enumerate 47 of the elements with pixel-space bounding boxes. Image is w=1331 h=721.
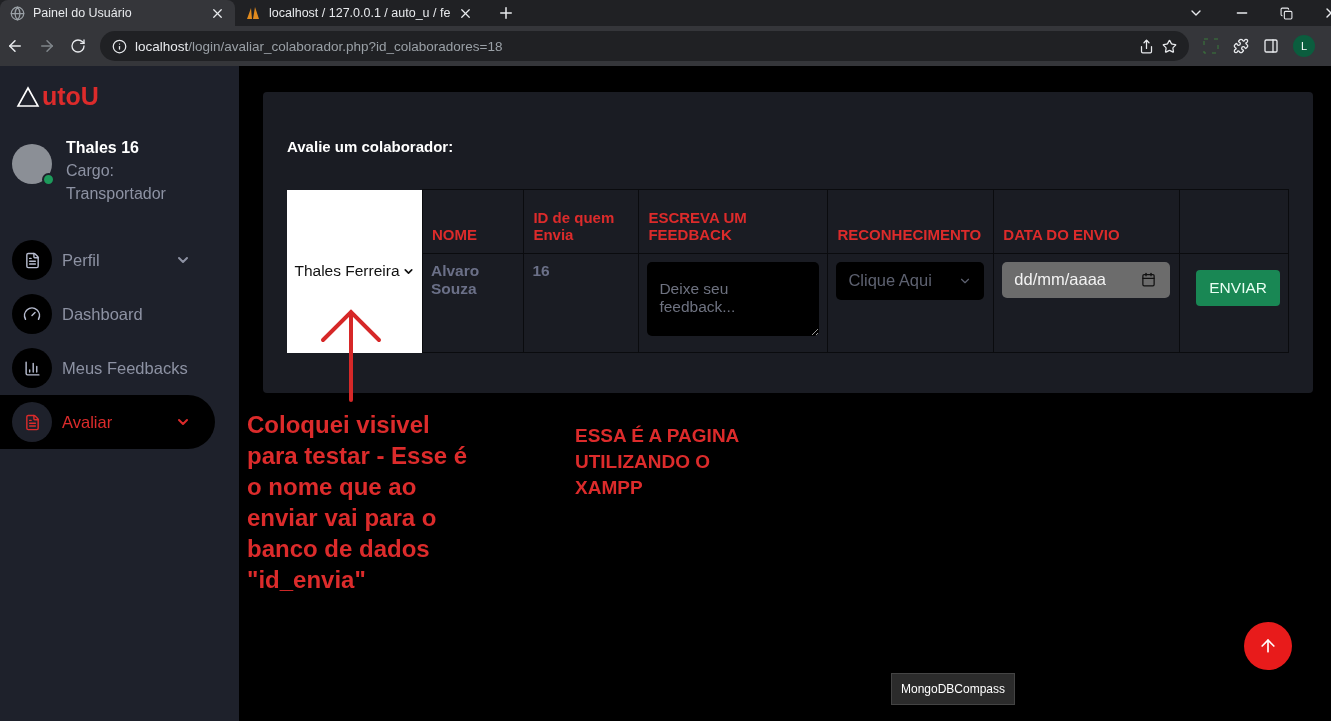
name-select[interactable]: Thales Ferreira xyxy=(287,189,422,353)
forward-icon[interactable] xyxy=(38,37,56,55)
sail-logo-icon xyxy=(245,6,261,20)
browser-tab[interactable]: Painel do Usuário xyxy=(0,0,235,26)
profile-avatar[interactable]: L xyxy=(1293,35,1315,57)
puzzle-icon[interactable] xyxy=(1233,38,1249,54)
date-field[interactable]: dd/mm/aaaa xyxy=(1002,261,1171,298)
column-header: ID de quem Envia xyxy=(533,208,615,243)
user-name: Thales 16 xyxy=(66,139,140,157)
globe-icon xyxy=(10,5,25,21)
url-text: localhost/login/avaliar_colaborador.php?id_colaboradores=18 xyxy=(135,38,503,54)
back-icon[interactable] xyxy=(6,37,24,55)
logo-text: utoU xyxy=(42,82,99,111)
triangle-icon xyxy=(16,85,40,108)
share-icon[interactable] xyxy=(1139,38,1154,54)
nav-item[interactable]: Perfil xyxy=(0,233,215,287)
table-cell: 16 xyxy=(532,261,550,279)
column-header: DATA DO ENVIO xyxy=(1003,225,1120,243)
card-title: Avalie um colaborador: xyxy=(287,138,455,155)
role-label: Cargo: xyxy=(66,161,116,181)
nav-item[interactable]: Avaliar xyxy=(0,395,215,449)
document-icon xyxy=(12,240,52,280)
browser-tab[interactable]: localhost / 127.0.0.1 / auto_u / fe xyxy=(235,0,484,26)
column-header: ESCREVA UM FEEDBACK xyxy=(648,208,747,243)
gauge-icon xyxy=(12,294,52,334)
nav-item[interactable]: Meus Feedbacks xyxy=(0,341,215,395)
bar-chart-icon xyxy=(12,348,52,388)
column-header: RECONHECIMENTO xyxy=(837,225,982,243)
user-role: Transportador xyxy=(66,184,166,204)
address-bar[interactable]: localhost/login/avaliar_colaborador.php?id_colaboradores=18 xyxy=(100,31,1189,61)
reload-icon[interactable] xyxy=(70,38,86,54)
nav-item[interactable]: Dashboard xyxy=(0,287,215,341)
send-button[interactable]: ENVIAR xyxy=(1196,269,1280,306)
calendar-icon[interactable] xyxy=(1141,271,1157,287)
column-header: NOME xyxy=(432,225,477,243)
tooltip: MongoDBCompass xyxy=(891,673,1016,705)
table-cell: Alvaro Souza xyxy=(431,261,480,297)
feedback-field[interactable]: Deixe seu feedback... xyxy=(647,261,820,336)
scroll-to-top-button[interactable] xyxy=(1244,622,1292,670)
info-icon xyxy=(112,38,127,54)
document-icon xyxy=(12,402,52,442)
annotation-text: Coloquei visivel para testar - Esse é o nome que ao enviar vai para o banco de dados "id_envia" xyxy=(247,410,469,595)
star-icon[interactable] xyxy=(1162,38,1177,54)
annotation-text: ESSA É A PAGINA UTILIZANDO O XAMPP xyxy=(575,424,740,500)
side-panel-icon[interactable] xyxy=(1263,38,1279,54)
restore-icon[interactable] xyxy=(1280,6,1293,20)
recognition-select[interactable]: Clique Aqui xyxy=(836,261,985,300)
